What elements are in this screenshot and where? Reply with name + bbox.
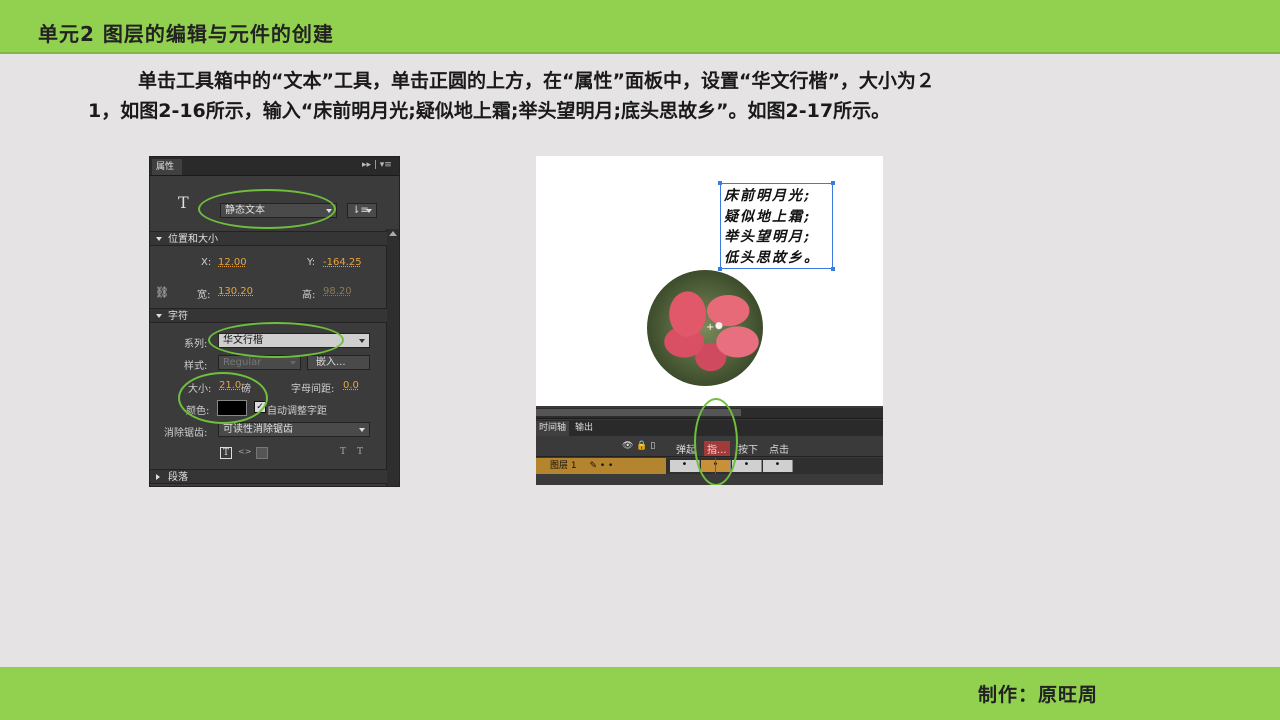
resize-handle[interactable] (718, 181, 722, 185)
highlight-ring-text-type (198, 189, 336, 229)
link-icon[interactable]: ⛓ (155, 286, 169, 299)
text-orientation-select[interactable]: ⇂≡ (347, 203, 377, 218)
tab-properties[interactable]: 属性 (152, 159, 182, 175)
frame-label-up: 弹起 (676, 445, 696, 456)
tab-output[interactable]: 输出 (572, 421, 596, 436)
frame-cell[interactable]: • (763, 460, 793, 472)
instruction-line-1: 单击工具箱中的“文本”工具，单击正圆的上方，在“属性”面板中，设置“华文行楷”，… (138, 70, 935, 92)
section-position-size[interactable]: 位置和大小 (150, 231, 387, 246)
y-value[interactable]: -164.25 (323, 257, 362, 268)
embed-button[interactable]: 嵌入... (307, 355, 370, 370)
collapse-arrow-icon (156, 314, 162, 318)
resize-handle[interactable] (831, 181, 835, 185)
instruction-paragraph: 单击工具箱中的“文本”工具，单击正圆的上方，在“属性”面板中，设置“华文行楷”，… (88, 66, 1198, 126)
border-icon[interactable] (256, 447, 268, 459)
height-label: 高: (302, 290, 316, 301)
width-value[interactable]: 130.20 (218, 286, 253, 297)
poem-line: 床前明月光; (724, 188, 812, 204)
page-title: 单元2 图层的编辑与元件的创建 (38, 22, 334, 46)
poem-line: 低头思故乡。 (724, 249, 820, 266)
stage-screenshot: 床前明月光; 疑似地上霜; 举头望明月; 低头思故乡。 + 时间轴 输出 👁 🔒… (536, 156, 883, 485)
layer-state-icons[interactable]: ✎ • • (589, 461, 613, 471)
poem-line: 疑似地上霜; (724, 208, 812, 225)
letter-spacing-label: 字母间距: (291, 384, 335, 395)
resize-handle[interactable] (831, 267, 835, 271)
superscript-icon[interactable]: T (337, 447, 349, 459)
chevron-down-icon (290, 361, 296, 365)
section-character[interactable]: 字符 (150, 308, 387, 323)
section-paragraph[interactable]: 段落 (150, 469, 387, 484)
text-tool-icon: T (178, 193, 189, 212)
collapse-arrow-icon (156, 237, 162, 241)
autokern-label: 自动调整字距 (267, 406, 327, 417)
author-credit: 制作：原旺周 (978, 684, 1099, 706)
highlight-ring-size-color (178, 372, 268, 424)
poem-text: 床前明月光; 疑似地上霜; 举头望明月; 低头思故乡。 (724, 186, 820, 268)
chevron-down-icon (366, 209, 372, 213)
panel-tab-bar: 属性 ▸▸ | ▾≡ (150, 157, 399, 176)
highlight-ring-frame (694, 398, 738, 485)
highlight-ring-font-family (208, 322, 344, 358)
expand-arrow-icon (156, 474, 160, 480)
antialias-label: 消除锯齿: (164, 428, 208, 439)
resize-handle[interactable] (718, 267, 722, 271)
crosshair-icon: + (706, 322, 715, 333)
instruction-line-2: 1，如图2-16所示，输入“床前明月光;疑似地上霜;举头望明月;底头思故乡”。如… (88, 100, 891, 122)
chevron-down-icon (359, 428, 365, 432)
antialias-select[interactable]: 可读性消除锯齿 (218, 422, 370, 437)
style-label: 样式: (184, 361, 208, 372)
letter-spacing-value[interactable]: 0.0 (343, 380, 359, 391)
frame-cell[interactable]: • (732, 460, 762, 472)
properties-panel-screenshot: 属性 ▸▸ | ▾≡ T 静态文本 ⇂≡ 位置和大小 X: 12.00 Y: -… (149, 156, 400, 487)
height-value: 98.20 (323, 286, 352, 297)
tab-timeline[interactable]: 时间轴 (536, 421, 570, 436)
poem-line: 举头望明月; (724, 229, 812, 245)
panel-scrollbar[interactable] (386, 229, 399, 486)
html-render-icon[interactable]: <> (238, 447, 251, 459)
frame-label-down: 按下 (738, 445, 758, 456)
flower-circle-image (647, 270, 763, 386)
family-label: 系列: (184, 339, 208, 350)
y-label: Y: (307, 257, 316, 268)
frame-label-hit: 点击 (769, 445, 789, 456)
subscript-icon[interactable]: T (354, 447, 366, 459)
x-value[interactable]: 12.00 (218, 257, 247, 268)
layer-name[interactable]: 图层 1 ✎ • • (536, 458, 666, 474)
layer-visibility-icons[interactable]: 👁 🔒 ▯ (622, 441, 655, 451)
panel-menu-icon[interactable]: ▸▸ | ▾≡ (362, 160, 392, 170)
chevron-down-icon (359, 339, 365, 343)
scroll-up-icon[interactable] (389, 231, 397, 236)
width-label: 宽: (197, 290, 211, 301)
x-label: X: (201, 257, 212, 268)
selectable-text-icon[interactable]: T (220, 447, 232, 459)
